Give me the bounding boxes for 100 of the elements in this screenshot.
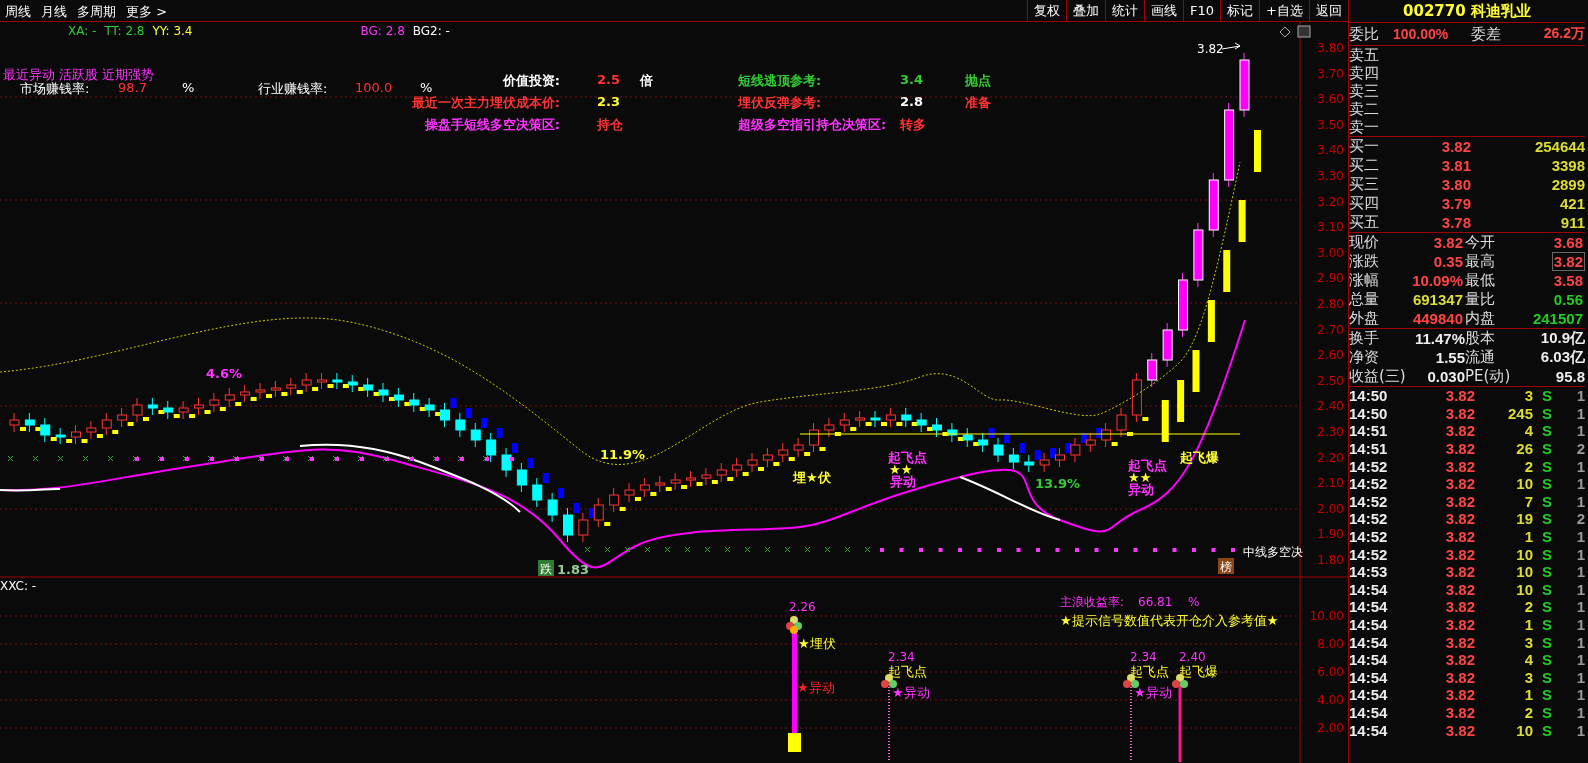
- tick-volume: 3: [1523, 668, 1533, 686]
- quote-value: 26.2万: [1542, 25, 1585, 43]
- period-tab[interactable]: 更多 >: [121, 0, 173, 21]
- metric-value: 2.8: [900, 94, 924, 111]
- stat-unit: %: [1188, 595, 1200, 609]
- indicator-axis-label: 10.00: [1309, 609, 1344, 623]
- stat-label: 量比: [1465, 290, 1496, 309]
- price-axis-label: 2.60: [1317, 348, 1344, 363]
- tick-side: S: [1541, 545, 1553, 563]
- chart-annotation: 4.6%: [206, 366, 243, 381]
- bid-level-label: 买四: [1349, 194, 1380, 213]
- tick-count: 1: [1575, 633, 1585, 651]
- tick-count: 1: [1575, 563, 1585, 581]
- price-axis-label: 2.50: [1317, 373, 1344, 388]
- bid-volume: 2899: [1550, 176, 1585, 193]
- tick-count: 1: [1575, 457, 1585, 475]
- stat-value: 10.9亿: [1540, 329, 1585, 348]
- ask-level-label: 卖三: [1349, 82, 1380, 100]
- price-axis-label: 1.80: [1317, 553, 1344, 567]
- tick-price: 3.82: [1444, 440, 1475, 458]
- tick-side: S: [1541, 598, 1553, 616]
- tick-volume: 1: [1523, 616, 1533, 633]
- tick-count: 1: [1575, 580, 1585, 598]
- stat-label: 总量: [1349, 290, 1380, 309]
- chart-annotation: 1.83: [557, 562, 590, 577]
- bid-price: 3.80: [1440, 176, 1471, 193]
- indicator-axis-label: 2.00: [1317, 721, 1344, 735]
- signal-badge: 榜: [1218, 558, 1234, 574]
- tick-time: 14:52: [1349, 528, 1389, 546]
- tick-count: 1: [1575, 475, 1585, 493]
- tick-price: 3.82: [1444, 510, 1475, 528]
- tick-price: 3.82: [1444, 475, 1475, 493]
- tick-price: 3.82: [1444, 563, 1475, 581]
- stat-value: 6.03亿: [1540, 348, 1585, 367]
- metric-label: 短线逃顶参考:: [738, 72, 822, 90]
- tick-time: 14:53: [1349, 563, 1389, 581]
- stat-value: 3.82: [1432, 233, 1464, 252]
- price-axis-label: 3.70: [1317, 66, 1344, 81]
- stat-value: 691347: [1411, 290, 1464, 309]
- tick-price: 3.82: [1444, 721, 1475, 739]
- bid-level-label: 买二: [1349, 156, 1380, 175]
- tick-count: 1: [1575, 404, 1585, 422]
- price-axis-label: 3.30: [1317, 169, 1344, 183]
- legend-value: TT: 2.8: [104, 24, 145, 38]
- metric-value: 3.4: [900, 72, 924, 89]
- tick-side: S: [1541, 668, 1553, 686]
- tick-volume: 4: [1523, 422, 1533, 440]
- bid-price: 3.79: [1440, 195, 1471, 212]
- legend-value: XA: -: [68, 24, 97, 38]
- tick-side: S: [1541, 633, 1553, 651]
- diamond-icon: [1279, 26, 1291, 38]
- period-tab[interactable]: 月线: [36, 0, 72, 21]
- legend-value: BG: 2.8: [360, 24, 405, 38]
- tick-count: 1: [1575, 686, 1585, 704]
- stat-value: 0.56: [1552, 290, 1584, 309]
- price-axis-label: 3.20: [1317, 194, 1344, 209]
- tick-volume: 10: [1515, 721, 1533, 739]
- indicator-label: 中线多空决: [1243, 545, 1303, 559]
- tick-side: S: [1541, 528, 1553, 546]
- ask-level-label: 卖五: [1349, 46, 1380, 64]
- chart-annotation: 起飞爆: [1180, 450, 1219, 465]
- stat-label: 涨幅: [1349, 271, 1380, 290]
- tick-side: S: [1541, 563, 1553, 581]
- tick-time: 14:54: [1349, 598, 1389, 616]
- tick-side: S: [1541, 440, 1553, 458]
- stat-value: 3.82: [1551, 252, 1585, 271]
- tick-side: S: [1541, 404, 1553, 422]
- chart-annotation: 13.9%: [1035, 476, 1081, 491]
- metric-value: 2.3: [597, 94, 621, 111]
- tick-volume: 245: [1506, 404, 1533, 422]
- volume-block: [788, 733, 801, 752]
- price-axis-label: 2.30: [1317, 425, 1344, 439]
- stock-title: 002770 科迪乳业: [1349, 0, 1585, 23]
- metric-value: 2.5: [597, 72, 621, 89]
- tick-time: 14:54: [1349, 704, 1389, 721]
- metric-value: 转多: [900, 116, 926, 134]
- tick-time: 14:52: [1349, 510, 1389, 528]
- chart-annotation: 起飞点: [1128, 458, 1167, 473]
- panel-toggle-icon[interactable]: [1297, 25, 1311, 38]
- indicator-axis-label: 6.00: [1317, 665, 1344, 679]
- tick-side: S: [1541, 387, 1553, 405]
- period-tab[interactable]: 周线: [0, 0, 36, 21]
- stat-label: 净资: [1349, 348, 1380, 367]
- indicator-title: XXC: -: [0, 579, 37, 593]
- tick-time: 14:54: [1349, 668, 1389, 686]
- signal-value: 2.26: [789, 600, 816, 614]
- tick-count: 1: [1575, 545, 1585, 563]
- tick-side: S: [1541, 422, 1553, 440]
- price-axis-label: 3.50: [1317, 117, 1344, 132]
- tick-volume: 10: [1515, 580, 1533, 598]
- period-tab[interactable]: 多周期: [72, 0, 121, 21]
- tick-volume: 7: [1523, 492, 1533, 510]
- stat-label: 流通: [1465, 348, 1496, 367]
- tick-price: 3.82: [1444, 580, 1475, 598]
- tick-price: 3.82: [1444, 528, 1475, 546]
- tick-side: S: [1541, 457, 1553, 475]
- tick-count: 1: [1575, 387, 1585, 405]
- price-axis-label: 3.10: [1317, 220, 1344, 235]
- tick-side: S: [1541, 616, 1553, 633]
- price-axis-label: 2.90: [1317, 271, 1344, 286]
